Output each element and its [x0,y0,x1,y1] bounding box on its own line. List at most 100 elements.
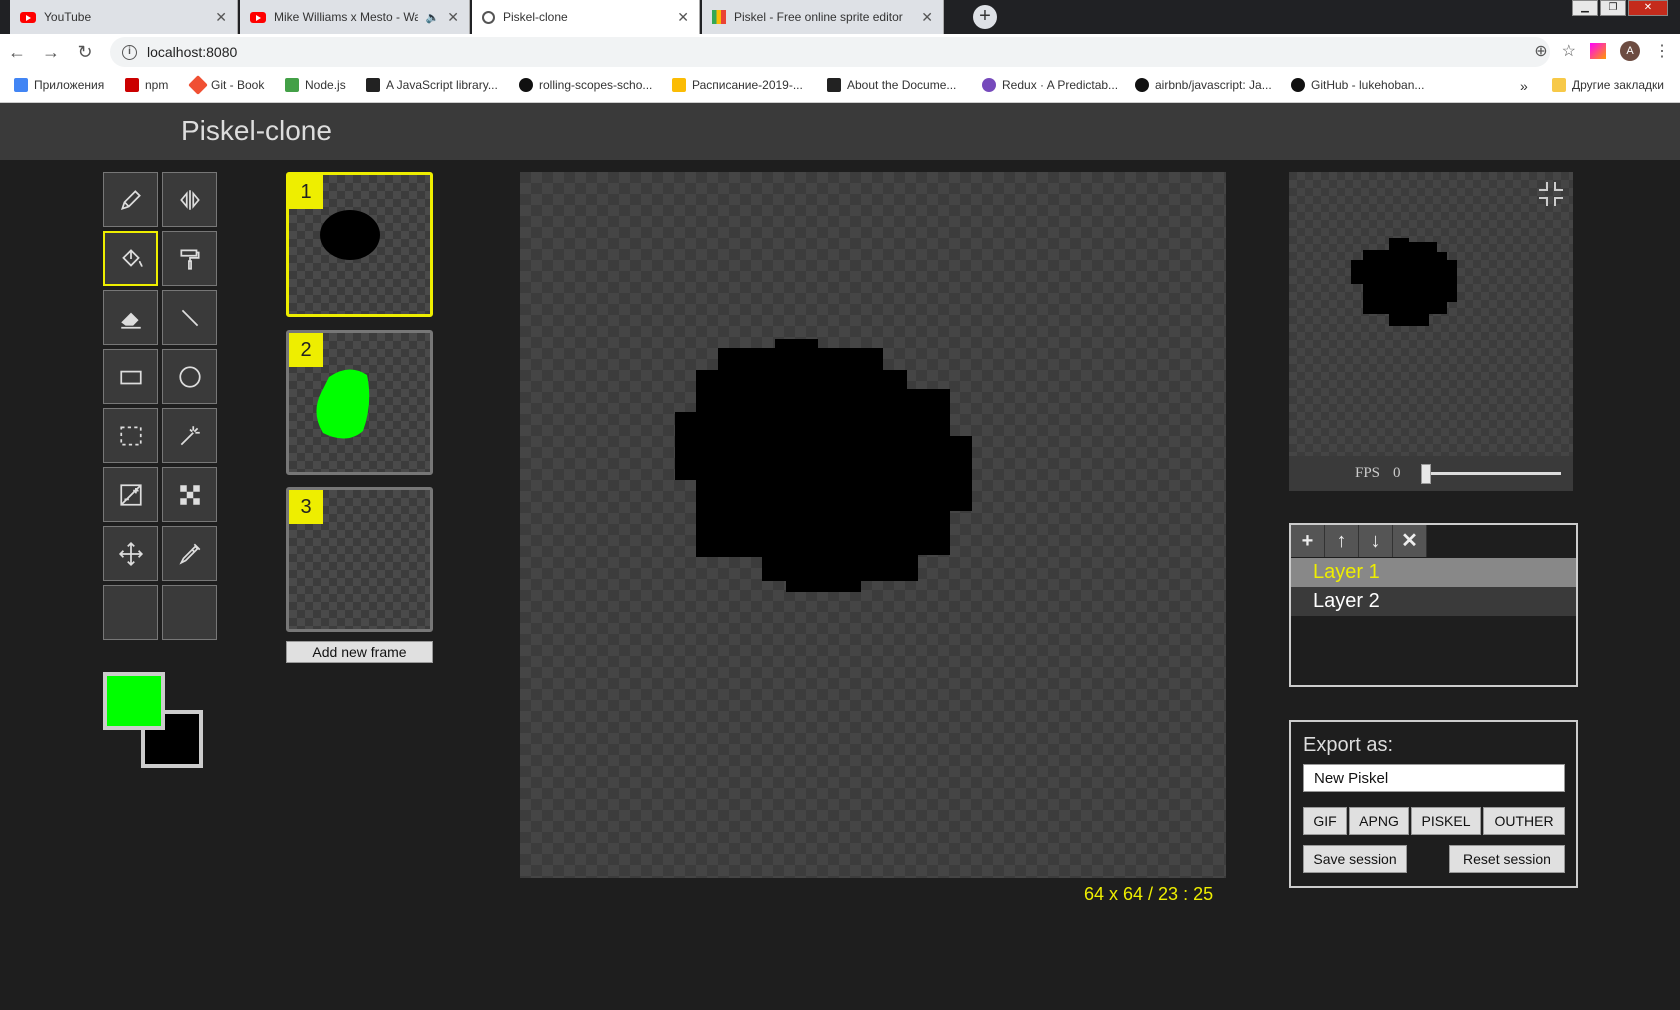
animation-preview [1289,172,1573,456]
npm-icon [125,78,139,92]
move-tool[interactable] [103,526,158,581]
bookmark-redux[interactable]: Redux · A Predictab... [982,78,1118,92]
bookmark-label: Node.js [305,78,346,92]
bookmark-apps[interactable]: Приложения [14,78,104,92]
react-icon [827,78,841,92]
fps-value: 0 [1393,465,1401,481]
url-field[interactable]: i localhost:8080 [110,37,1550,67]
bookmark-npm[interactable]: npm [125,78,168,92]
delete-layer-button[interactable]: ✕ [1393,525,1427,557]
bookmark-label: npm [145,78,169,92]
dithering-icon [179,484,200,505]
magic-wand-icon [180,425,200,445]
bookmark-about-document[interactable]: About the Docume... [827,78,956,92]
bookmark-schedule[interactable]: Расписание-2019-... [672,78,803,92]
tab-mike-williams[interactable]: Mike Williams x Mesto - Wai 🔈 ✕ [240,0,470,34]
react-icon [366,78,380,92]
rectangle-icon [119,370,142,384]
new-tab-button[interactable]: + [973,5,997,29]
speaker-icon[interactable]: 🔈 [426,11,440,24]
close-icon[interactable]: ✕ [447,9,459,26]
folder-icon [1552,78,1566,92]
preview-drawing [1351,238,1457,326]
menu-icon[interactable]: ⋮ [1654,41,1670,61]
frame-3[interactable]: 3 [286,487,433,632]
avatar[interactable]: A [1620,41,1640,61]
add-frame-button[interactable]: Add new frame [286,641,433,663]
redux-icon [982,78,996,92]
frame-1[interactable]: 1 [286,172,433,317]
fps-label: FPS [1355,465,1381,481]
save-session-button[interactable]: Save session [1303,845,1407,873]
magic-wand-tool[interactable] [162,408,217,463]
bookmarks-overflow[interactable]: » [1520,78,1528,94]
bookmark-label: Приложения [34,78,105,92]
export-apng-button[interactable]: APNG [1349,807,1409,835]
export-title: Export as: [1303,734,1394,756]
tab-piskel[interactable]: Piskel - Free online sprite editor ✕ [702,0,944,34]
empty-tool-slot[interactable] [162,585,217,640]
add-layer-button[interactable]: + [1291,525,1325,557]
globe-icon [482,10,495,24]
export-outher-button[interactable]: OUTHER [1483,807,1565,835]
bookmark-label: GitHub - lukehoban... [1311,78,1425,92]
bookmark-rolling-scopes[interactable]: rolling-scopes-scho... [519,78,652,92]
layer-toolbar: + ↑ ↓ ✕ [1291,525,1427,557]
export-gif-button[interactable]: GIF [1303,807,1347,835]
bookmark-git-book[interactable]: Git - Book [188,75,264,95]
close-icon[interactable]: ✕ [921,9,933,26]
empty-tool-slot[interactable] [103,585,158,640]
paint-roller-icon [179,248,200,270]
zoom-icon[interactable]: ⊕ [1534,41,1547,61]
export-piskel-button[interactable]: PISKEL [1411,807,1481,835]
extension-icon[interactable] [1590,43,1606,59]
fps-slider-thumb[interactable] [1421,464,1431,484]
dithering-tool[interactable] [162,467,217,522]
bookmark-airbnb[interactable]: airbnb/javascript: Ja... [1135,78,1272,92]
pen-tool[interactable] [103,172,158,227]
color-picker-tool[interactable] [162,526,217,581]
move-layer-down-button[interactable]: ↓ [1359,525,1393,557]
collapse-icon[interactable] [1537,180,1565,208]
frame-number: 3 [289,490,323,524]
canvas-drawing [675,339,972,592]
restore-button[interactable]: ❐ [1600,0,1626,16]
close-icon[interactable]: ✕ [215,9,227,26]
move-layer-up-button[interactable]: ↑ [1325,525,1359,557]
circle-tool[interactable] [162,349,217,404]
lighten-tool[interactable] [103,467,158,522]
star-icon[interactable]: ☆ [1562,41,1576,61]
frame-2[interactable]: 2 [286,330,433,475]
reload-icon[interactable]: ↻ [68,42,102,63]
close-window-button[interactable]: ✕ [1628,0,1668,16]
github-icon [519,78,533,92]
reset-session-button[interactable]: Reset session [1449,845,1565,873]
mirror-pen-tool[interactable] [162,172,217,227]
paint-roller-tool[interactable] [162,231,217,286]
cursor-coordinates: 64 x 64 / 23 : 25 [1084,884,1214,904]
layer-item-1[interactable]: Layer 1 [1291,558,1576,587]
export-name-input[interactable] [1303,764,1565,792]
drawing-canvas[interactable] [520,172,1226,878]
primary-color[interactable] [103,672,165,730]
rectangle-tool[interactable] [103,349,158,404]
bookmark-github-lukehoban[interactable]: GitHub - lukehoban... [1291,78,1424,92]
back-icon[interactable]: ← [0,42,34,63]
eraser-tool[interactable] [103,290,158,345]
close-icon[interactable]: ✕ [677,9,689,26]
bookmark-nodejs[interactable]: Node.js [285,78,346,92]
tab-youtube[interactable]: YouTube ✕ [10,0,238,34]
minimize-button[interactable]: ▁ [1572,0,1598,16]
bookmark-react[interactable]: A JavaScript library... [366,78,498,92]
tab-piskel-clone[interactable]: Piskel-clone ✕ [472,0,700,34]
forward-icon[interactable]: → [34,42,68,63]
fps-slider[interactable] [1421,472,1561,475]
line-tool[interactable] [162,290,217,345]
bookmark-other[interactable]: Другие закладки [1552,78,1664,92]
layer-item-2[interactable]: Layer 2 [1291,587,1576,616]
nodejs-icon [285,78,299,92]
rect-select-tool[interactable] [103,408,158,463]
paint-bucket-tool[interactable] [103,231,158,286]
info-icon[interactable]: i [122,44,137,60]
eraser-icon [120,312,141,329]
